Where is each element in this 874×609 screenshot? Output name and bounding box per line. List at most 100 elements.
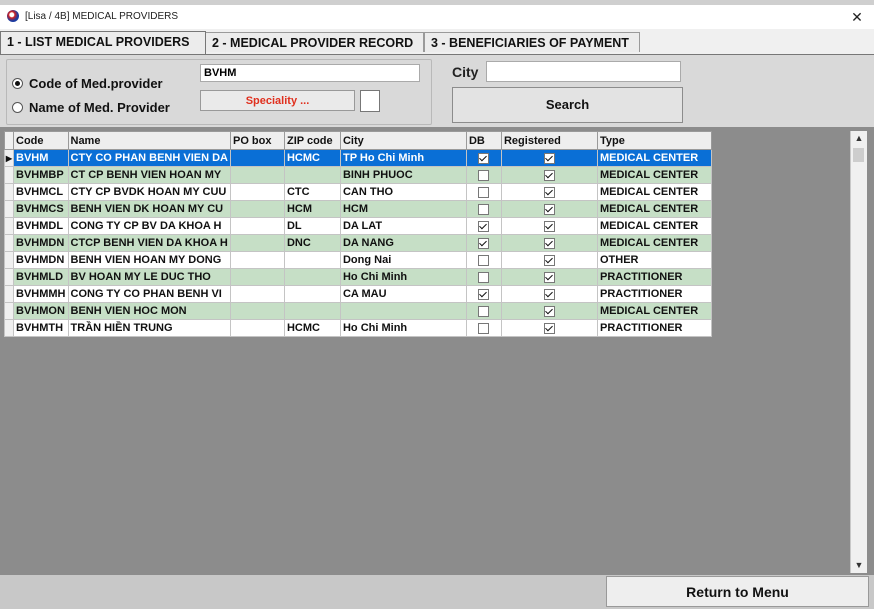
cell-db [465, 285, 502, 303]
registered-checkbox[interactable] [543, 152, 555, 164]
cell-code: BVHMLD [13, 268, 69, 286]
table-row[interactable]: BVHMDL CONG TY CP BV DA KHOA H DL DA LAT MED… [4, 217, 712, 235]
cell-type: PRACTITIONER [596, 319, 712, 337]
table-row[interactable]: ▶ BVHM CTY CO PHAN BENH VIEN DA HCMC TP Ho C… [4, 149, 712, 167]
db-checkbox[interactable] [478, 203, 490, 215]
scroll-thumb[interactable] [853, 148, 864, 162]
cell-po-box [229, 319, 285, 337]
db-checkbox[interactable] [478, 169, 490, 181]
cell-city: Dong Nai [339, 251, 467, 269]
tab-beneficiaries-of-payment[interactable]: 3 - BENEFICIARIES OF PAYMENT [424, 32, 640, 52]
column-header-code[interactable]: Code [13, 131, 69, 150]
db-checkbox[interactable] [478, 186, 490, 198]
app-icon [7, 10, 19, 22]
radio-name-button[interactable] [12, 102, 23, 114]
table-row[interactable]: BVHMTH TRẦN HIỀN TRUNG HCMC Ho Chi Minh PRAC… [4, 319, 712, 337]
column-header-type[interactable]: Type [596, 131, 712, 150]
table-row[interactable]: BVHMDN BENH VIEN HOAN MY DONG Dong Nai OTHE… [4, 251, 712, 269]
column-header-registered[interactable]: Registered [500, 131, 598, 150]
cell-city: HCM [339, 200, 467, 218]
table-row[interactable]: BVHMON BENH VIEN HOC MON MEDICAL CENTER [4, 302, 712, 320]
search-button[interactable]: Search [452, 87, 683, 123]
db-checkbox[interactable] [478, 322, 490, 334]
column-header-zip-code[interactable]: ZIP code [283, 131, 341, 150]
radio-code-option[interactable]: Code of Med.provider [12, 76, 163, 94]
tab-list-medical-providers[interactable]: 1 - LIST MEDICAL PROVIDERS [0, 31, 206, 54]
cell-type: MEDICAL CENTER [596, 302, 712, 320]
cell-code: BVHMDN [13, 251, 69, 269]
cell-code: BVHMDL [13, 217, 69, 235]
registered-checkbox[interactable] [543, 186, 555, 198]
table-row[interactable]: BVHMBP CT CP BENH VIEN HOAN MY BINH PHUOC M… [4, 166, 712, 184]
row-indicator-header [4, 131, 14, 150]
registered-checkbox[interactable] [543, 237, 555, 249]
column-header-city[interactable]: City [339, 131, 467, 150]
registered-checkbox[interactable] [543, 254, 555, 266]
cell-db [465, 302, 502, 320]
cell-zip-code [283, 302, 341, 320]
registered-checkbox[interactable] [543, 288, 555, 300]
row-indicator [4, 251, 14, 269]
row-indicator: ▶ [4, 149, 14, 167]
radio-code-button[interactable] [12, 78, 23, 90]
registered-checkbox[interactable] [543, 271, 555, 283]
cell-city: Ho Chi Minh [339, 268, 467, 286]
cell-db [465, 268, 502, 286]
cell-city: CA MAU [339, 285, 467, 303]
column-header-name[interactable]: Name [67, 131, 231, 150]
db-checkbox[interactable] [478, 254, 490, 266]
cell-type: PRACTITIONER [596, 268, 712, 286]
db-checkbox[interactable] [478, 271, 490, 283]
row-indicator [4, 268, 14, 286]
db-checkbox[interactable] [478, 152, 490, 164]
code-input[interactable]: BVHM [200, 64, 420, 82]
table-row[interactable]: BVHMCL CTY CP BVDK HOAN MY CUU CTC CAN THO M… [4, 183, 712, 201]
db-checkbox[interactable] [478, 305, 490, 317]
scroll-down-icon[interactable]: ▼ [851, 558, 867, 573]
column-header-db[interactable]: DB [465, 131, 502, 150]
cell-city: BINH PHUOC [339, 166, 467, 184]
city-input[interactable] [486, 61, 681, 82]
speciality-field[interactable] [360, 90, 380, 112]
cell-name: CONG TY CO PHAN BENH VI [67, 285, 231, 303]
vertical-scrollbar[interactable]: ▲ ▼ [850, 131, 867, 573]
cell-name: BENH VIEN DK HOAN MY CU [67, 200, 231, 218]
registered-checkbox[interactable] [543, 305, 555, 317]
cell-zip-code [283, 268, 341, 286]
cell-code: BVHMDN [13, 234, 69, 252]
cell-type: MEDICAL CENTER [596, 183, 712, 201]
registered-checkbox[interactable] [543, 203, 555, 215]
window-title: [Lisa / 4B] MEDICAL PROVIDERS [25, 11, 179, 22]
cell-po-box [229, 183, 285, 201]
cell-registered [500, 149, 598, 167]
registered-checkbox[interactable] [543, 220, 555, 232]
tab-medical-provider-record[interactable]: 2 - MEDICAL PROVIDER RECORD [205, 32, 424, 52]
db-checkbox[interactable] [478, 237, 490, 249]
cell-name: CTY CP BVDK HOAN MY CUU [67, 183, 231, 201]
registered-checkbox[interactable] [543, 322, 555, 334]
cell-type: MEDICAL CENTER [596, 166, 712, 184]
cell-name: BENH VIEN HOC MON [67, 302, 231, 320]
cell-registered [500, 268, 598, 286]
table-row[interactable]: BVHMDN CTCP BENH VIEN DA KHOA H DNC DA NANG… [4, 234, 712, 252]
table-row[interactable]: BVHMMH CONG TY CO PHAN BENH VI CA MAU PRACT… [4, 285, 712, 303]
db-checkbox[interactable] [478, 220, 490, 232]
cell-po-box [229, 200, 285, 218]
radio-name-option[interactable]: Name of Med. Provider [12, 100, 170, 118]
scroll-up-icon[interactable]: ▲ [851, 131, 867, 146]
row-indicator [4, 302, 14, 320]
cell-code: BVHMCL [13, 183, 69, 201]
return-to-menu-button[interactable]: Return to Menu [606, 576, 869, 607]
cell-type: OTHER [596, 251, 712, 269]
registered-checkbox[interactable] [543, 169, 555, 181]
table-row[interactable]: BVHMLD BV HOAN MY LE DUC THO Ho Chi Minh PR… [4, 268, 712, 286]
cell-code: BVHMMH [13, 285, 69, 303]
db-checkbox[interactable] [478, 288, 490, 300]
table-row[interactable]: BVHMCS BENH VIEN DK HOAN MY CU HCM HCM MEDIC… [4, 200, 712, 218]
close-icon[interactable]: ✕ [845, 6, 869, 28]
cell-city: Ho Chi Minh [339, 319, 467, 337]
cell-db [465, 319, 502, 337]
row-indicator [4, 183, 14, 201]
speciality-button[interactable]: Speciality ... [200, 90, 355, 111]
column-header-po-box[interactable]: PO box [229, 131, 285, 150]
